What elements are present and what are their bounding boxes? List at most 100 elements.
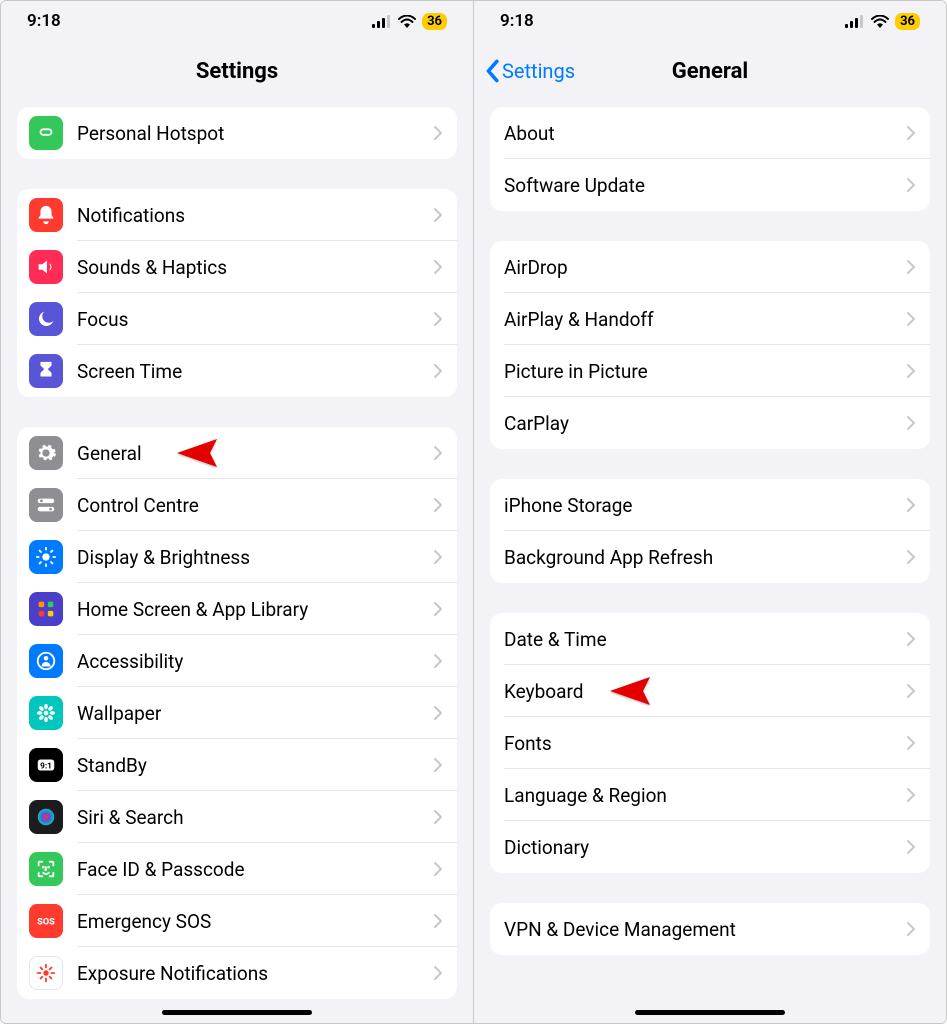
general-list[interactable]: About Software Update AirDrop AirPlay & Han…	[474, 101, 946, 1023]
status-bar: 9:18 36	[1, 1, 473, 41]
row-controlcentre[interactable]: Control Centre	[17, 479, 457, 531]
row-general[interactable]: General	[17, 427, 457, 479]
row-label: Software Update	[504, 174, 906, 197]
status-time: 9:18	[500, 11, 534, 31]
settings-list[interactable]: Personal Hotspot Notifications Sounds & Ha…	[1, 101, 473, 1023]
cellular-icon	[372, 15, 392, 28]
row-focus[interactable]: Focus	[17, 293, 457, 345]
row-display[interactable]: Display & Brightness	[17, 531, 457, 583]
chevron-left-icon	[484, 59, 500, 83]
row-storage[interactable]: iPhone Storage	[490, 479, 930, 531]
home-indicator[interactable]	[635, 1010, 785, 1015]
row-exposure[interactable]: Exposure Notifications	[17, 947, 457, 999]
row-vpn[interactable]: VPN & Device Management	[490, 903, 930, 955]
moon-icon	[29, 302, 63, 336]
chevron-right-icon	[906, 125, 916, 141]
chevron-right-icon	[433, 809, 443, 825]
row-label: Exposure Notifications	[77, 962, 433, 985]
battery-icon: 36	[895, 13, 920, 30]
svg-text:9:1: 9:1	[40, 762, 52, 772]
row-label: AirPlay & Handoff	[504, 308, 906, 331]
chevron-right-icon	[433, 445, 443, 461]
settings-group: About Software Update	[490, 107, 930, 211]
chevron-right-icon	[433, 363, 443, 379]
person-icon	[29, 644, 63, 678]
row-label: Background App Refresh	[504, 546, 906, 569]
row-screentime[interactable]: Screen Time	[17, 345, 457, 397]
row-siri[interactable]: Siri & Search	[17, 791, 457, 843]
chevron-right-icon	[433, 965, 443, 981]
row-carplay[interactable]: CarPlay	[490, 397, 930, 449]
status-time: 9:18	[27, 11, 61, 31]
status-bar: 9:18 36	[474, 1, 946, 41]
row-fonts[interactable]: Fonts	[490, 717, 930, 769]
settings-group: Notifications Sounds & Haptics Focus Screen…	[17, 189, 457, 397]
chevron-right-icon	[433, 861, 443, 877]
chevron-right-icon	[433, 757, 443, 773]
row-label: VPN & Device Management	[504, 918, 906, 941]
row-background[interactable]: Background App Refresh	[490, 531, 930, 583]
chevron-right-icon	[433, 125, 443, 141]
grid-icon	[29, 592, 63, 626]
row-label: About	[504, 122, 906, 145]
chevron-right-icon	[433, 207, 443, 223]
chevron-right-icon	[433, 259, 443, 275]
row-label: Home Screen & App Library	[77, 598, 433, 621]
chevron-right-icon	[906, 311, 916, 327]
clock-icon: 9:1	[29, 748, 63, 782]
chevron-right-icon	[433, 497, 443, 513]
row-label: Keyboard	[504, 680, 906, 703]
row-language[interactable]: Language & Region	[490, 769, 930, 821]
row-wallpaper[interactable]: Wallpaper	[17, 687, 457, 739]
row-sounds[interactable]: Sounds & Haptics	[17, 241, 457, 293]
row-faceid[interactable]: Face ID & Passcode	[17, 843, 457, 895]
row-label: Accessibility	[77, 650, 433, 673]
row-emergencysos[interactable]: SOSEmergency SOS	[17, 895, 457, 947]
row-label: Language & Region	[504, 784, 906, 807]
chevron-right-icon	[433, 653, 443, 669]
left-phone: 9:18 36 Settings Personal Hotspot Notific…	[1, 1, 473, 1023]
settings-group: Personal Hotspot	[17, 107, 457, 159]
row-label: iPhone Storage	[504, 494, 906, 517]
page-title: Settings	[196, 59, 278, 84]
row-label: Personal Hotspot	[77, 122, 433, 145]
exposure-icon	[29, 956, 63, 990]
siri-icon	[29, 800, 63, 834]
settings-group: iPhone Storage Background App Refresh	[490, 479, 930, 583]
row-dictionary[interactable]: Dictionary	[490, 821, 930, 873]
row-software[interactable]: Software Update	[490, 159, 930, 211]
row-pip[interactable]: Picture in Picture	[490, 345, 930, 397]
wifi-icon	[398, 15, 416, 28]
row-homescreen[interactable]: Home Screen & App Library	[17, 583, 457, 635]
row-airdrop[interactable]: AirDrop	[490, 241, 930, 293]
home-indicator[interactable]	[162, 1010, 312, 1015]
row-notifications[interactable]: Notifications	[17, 189, 457, 241]
status-right: 36	[845, 13, 920, 30]
settings-group: AirDrop AirPlay & Handoff Picture in Pictu…	[490, 241, 930, 449]
back-button[interactable]: Settings	[484, 59, 575, 83]
row-datetime[interactable]: Date & Time	[490, 613, 930, 665]
chevron-right-icon	[906, 549, 916, 565]
row-accessibility[interactable]: Accessibility	[17, 635, 457, 687]
row-about[interactable]: About	[490, 107, 930, 159]
row-hotspot[interactable]: Personal Hotspot	[17, 107, 457, 159]
row-label: General	[77, 442, 433, 465]
wifi-icon	[871, 15, 889, 28]
row-label: Picture in Picture	[504, 360, 906, 383]
row-keyboard[interactable]: Keyboard	[490, 665, 930, 717]
row-label: Face ID & Passcode	[77, 858, 433, 881]
sun-icon	[29, 540, 63, 574]
row-airplay[interactable]: AirPlay & Handoff	[490, 293, 930, 345]
chevron-right-icon	[906, 921, 916, 937]
battery-icon: 36	[422, 13, 447, 30]
row-label: Sounds & Haptics	[77, 256, 433, 279]
chevron-right-icon	[433, 913, 443, 929]
switches-icon	[29, 488, 63, 522]
link-icon	[29, 116, 63, 150]
settings-group: VPN & Device Management	[490, 903, 930, 955]
hourglass-icon	[29, 354, 63, 388]
row-label: Screen Time	[77, 360, 433, 383]
row-standby[interactable]: 9:1StandBy	[17, 739, 457, 791]
back-label: Settings	[502, 59, 575, 83]
chevron-right-icon	[906, 415, 916, 431]
